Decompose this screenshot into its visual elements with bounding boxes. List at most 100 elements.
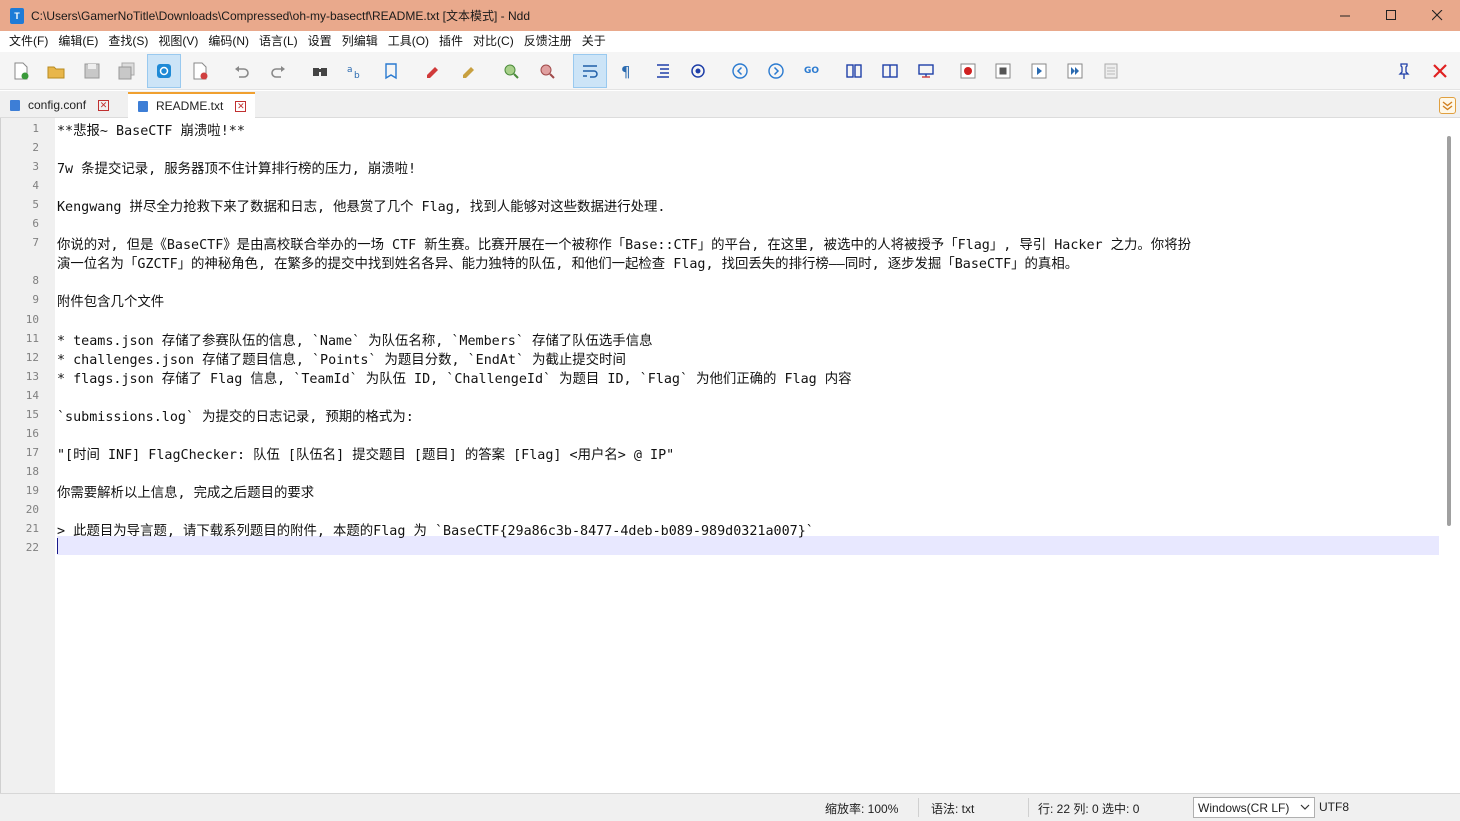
tab-readme-txt[interactable]: README.txt ✕ bbox=[128, 92, 255, 118]
goto-button[interactable]: GO bbox=[797, 54, 827, 88]
marker-icon bbox=[427, 67, 438, 78]
line-number: 9 bbox=[32, 293, 39, 307]
tab-close-icon[interactable]: ✕ bbox=[235, 100, 247, 112]
watch-file-button[interactable] bbox=[147, 54, 181, 88]
menu-tools[interactable]: 工具(O) bbox=[383, 31, 434, 52]
code-line: * teams.json 存储了参赛队伍的信息, `Name` 为队伍名称, `… bbox=[57, 333, 653, 349]
line-number: 10 bbox=[25, 312, 39, 326]
stop-macro-button[interactable] bbox=[988, 54, 1018, 88]
zoom-out-button[interactable] bbox=[532, 54, 562, 88]
target-button[interactable] bbox=[683, 54, 713, 88]
play-macro-button[interactable] bbox=[1024, 54, 1054, 88]
menu-feedback[interactable]: 反馈注册 bbox=[519, 31, 577, 52]
app-icon: T bbox=[10, 7, 24, 24]
menu-plugins[interactable]: 插件 bbox=[434, 31, 468, 52]
menu-about[interactable]: 关于 bbox=[577, 31, 611, 52]
window-title: C:\Users\GamerNoTitle\Downloads\Compress… bbox=[31, 9, 531, 23]
zoom-out-icon bbox=[540, 64, 555, 79]
code-line: > 此题目为导言题, 请下载系列题目的附件, 本题的Flag 为 `BaseCT… bbox=[57, 524, 814, 540]
menu-column-edit[interactable]: 列编辑 bbox=[337, 31, 383, 52]
refresh-icon bbox=[157, 64, 171, 78]
save-all-button[interactable] bbox=[112, 54, 142, 88]
record-macro-button[interactable] bbox=[953, 54, 983, 88]
open-folder-icon bbox=[47, 66, 65, 79]
run-macro-multiple-button[interactable] bbox=[1060, 54, 1090, 88]
menu-edit[interactable]: 编辑(E) bbox=[53, 31, 103, 52]
open-file-button[interactable] bbox=[41, 54, 71, 88]
menu-find[interactable]: 查找(S) bbox=[103, 31, 153, 52]
tab-close-icon[interactable]: ✕ bbox=[98, 99, 110, 111]
monitor-button[interactable] bbox=[911, 54, 941, 88]
menu-encoding[interactable]: 编码(N) bbox=[203, 31, 254, 52]
svg-text:GO: GO bbox=[804, 66, 819, 76]
show-symbols-button[interactable]: ¶ bbox=[611, 54, 641, 88]
next-diff-button[interactable] bbox=[761, 54, 791, 88]
new-file-button[interactable] bbox=[6, 54, 36, 88]
menu-view[interactable]: 视图(V) bbox=[153, 31, 203, 52]
line-number: 4 bbox=[32, 179, 39, 193]
word-wrap-icon bbox=[583, 65, 598, 78]
line-number: 8 bbox=[32, 274, 39, 288]
line-number: 20 bbox=[25, 503, 39, 516]
save-all-icon bbox=[118, 62, 135, 80]
maximize-button[interactable] bbox=[1368, 0, 1414, 31]
line-number: 6 bbox=[32, 217, 39, 231]
syntax-language[interactable]: 语法: txt bbox=[931, 800, 974, 817]
menu-compare[interactable]: 对比(C) bbox=[468, 31, 519, 52]
indent-guide-button[interactable] bbox=[648, 54, 678, 88]
compare-icon bbox=[846, 64, 862, 78]
scrollbar-thumb[interactable] bbox=[1447, 136, 1451, 526]
compare-button[interactable] bbox=[839, 54, 869, 88]
chevron-right-circle-icon bbox=[768, 63, 784, 79]
chevron-down-icon bbox=[1300, 804, 1310, 810]
close-icon bbox=[1433, 64, 1447, 78]
line-number: 21 bbox=[25, 522, 39, 536]
line-ending-select[interactable]: Windows(CR LF) bbox=[1193, 797, 1315, 818]
code-line: 附件包含几个文件 bbox=[57, 295, 165, 311]
line-number: 18 bbox=[25, 464, 39, 478]
bookmark-button[interactable] bbox=[376, 54, 406, 88]
save-icon bbox=[84, 63, 100, 79]
split-view-button[interactable] bbox=[875, 54, 905, 88]
vertical-scrollbar[interactable] bbox=[1440, 118, 1460, 793]
eraser-icon bbox=[463, 67, 474, 78]
code-area[interactable]: **悲报~ BaseCTF 崩溃啦!** 7w 条提交记录, 服务器顶不住计算排行… bbox=[57, 118, 1439, 793]
tab-config-conf[interactable]: config.conf ✕ bbox=[0, 92, 128, 118]
menu-language[interactable]: 语言(L) bbox=[254, 31, 303, 52]
mark-button[interactable] bbox=[418, 54, 448, 88]
fast-forward-icon bbox=[1067, 63, 1083, 79]
undo-button[interactable] bbox=[227, 54, 257, 88]
line-number: 11 bbox=[25, 331, 39, 345]
maximize-icon bbox=[1385, 10, 1396, 20]
find-button[interactable] bbox=[305, 54, 335, 88]
line-number: 5 bbox=[32, 198, 39, 212]
file-encoding[interactable]: UTF8 bbox=[1319, 800, 1349, 814]
tab-list-button[interactable] bbox=[1439, 97, 1456, 114]
redo-button[interactable] bbox=[263, 54, 293, 88]
replace-button[interactable]: ab bbox=[340, 54, 370, 88]
save-macro-button[interactable] bbox=[1096, 54, 1126, 88]
code-line: 7w 条提交记录, 服务器顶不住计算排行榜的压力, 崩溃啦! bbox=[57, 162, 417, 178]
pin-icon bbox=[1398, 63, 1410, 79]
menu-file[interactable]: 文件(F) bbox=[4, 31, 53, 52]
close-file-button[interactable] bbox=[185, 54, 215, 88]
close-window-button[interactable] bbox=[1414, 0, 1460, 31]
line-ending-value: Windows(CR LF) bbox=[1198, 800, 1290, 815]
tab-label: README.txt bbox=[156, 99, 224, 113]
chevron-left-circle-icon bbox=[732, 63, 748, 79]
zoom-in-button[interactable] bbox=[496, 54, 526, 88]
close-toolbar-button[interactable] bbox=[1425, 54, 1455, 88]
menu-settings[interactable]: 设置 bbox=[303, 31, 337, 52]
save-macro-icon bbox=[1104, 63, 1118, 79]
save-button[interactable] bbox=[77, 54, 107, 88]
pin-button[interactable] bbox=[1389, 54, 1419, 88]
minimize-button[interactable] bbox=[1322, 0, 1368, 31]
editor[interactable]: 1 2 3 4 5 6 7 8 9 10 11 12 13 14 15 16 17 18 19 20 21 22 **悲报… bbox=[0, 118, 1460, 793]
code-line: **悲报~ BaseCTF 崩溃啦!** bbox=[57, 124, 245, 139]
prev-diff-button[interactable] bbox=[725, 54, 755, 88]
code-line: * challenges.json 存储了题目信息, `Points` 为题目分… bbox=[57, 352, 626, 368]
word-wrap-button[interactable] bbox=[573, 54, 607, 88]
zoom-in-icon bbox=[504, 64, 519, 79]
line-number: 14 bbox=[25, 388, 39, 402]
clear-mark-button[interactable] bbox=[454, 54, 484, 88]
